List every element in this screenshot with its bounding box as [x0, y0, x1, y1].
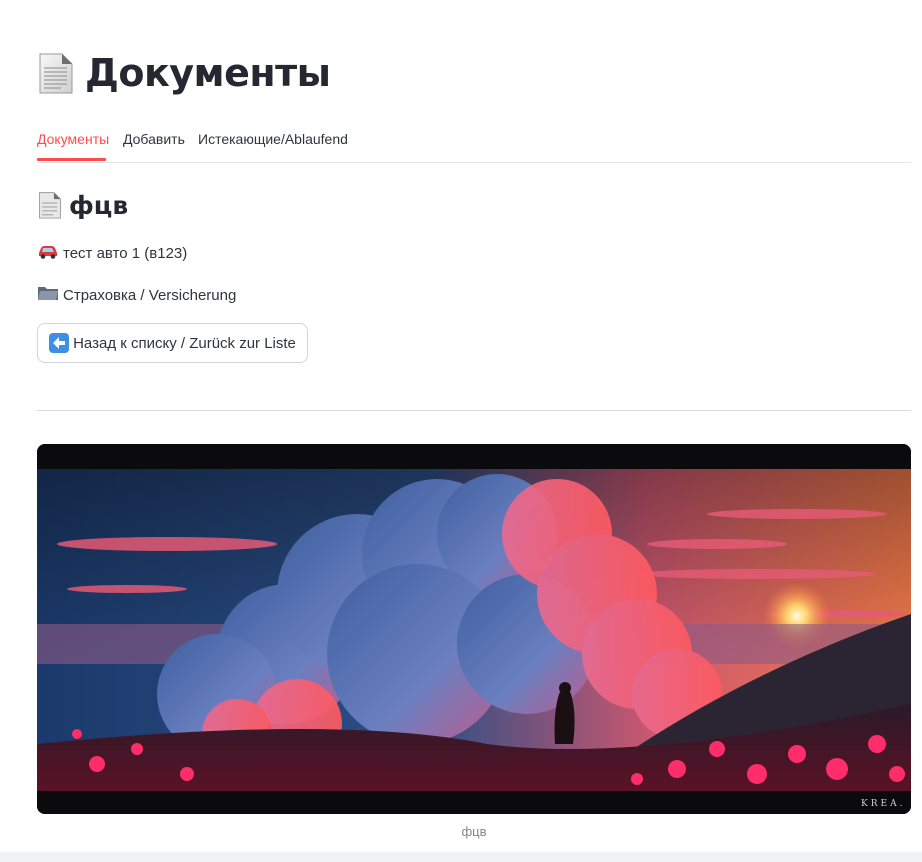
- document-header: фцв: [37, 190, 128, 220]
- document-image: KREA.: [37, 444, 911, 814]
- image-caption: фцв: [461, 824, 487, 839]
- tab-expiring[interactable]: Истекающие/Ablaufend: [198, 131, 348, 159]
- tab-documents[interactable]: Документы: [37, 131, 109, 159]
- active-tab-indicator: [37, 158, 106, 161]
- sunset-clouds-image: KREA.: [37, 444, 911, 814]
- page: Документы Документы Добавить Истекающие/…: [0, 0, 922, 862]
- back-to-list-button[interactable]: Назад к списку / Zurück zur Liste: [37, 323, 308, 363]
- bottom-bar: [0, 852, 922, 862]
- car-text: тест авто 1 (в123): [63, 244, 188, 262]
- back-button-label: Назад к списку / Zurück zur Liste: [73, 334, 296, 352]
- page-title: Документы: [85, 51, 331, 95]
- folder-icon: [37, 284, 59, 306]
- category-text: Страховка / Versicherung: [63, 286, 237, 304]
- document-icon: [37, 50, 75, 96]
- tab-bar: Документы Добавить Истекающие/Ablaufend: [37, 120, 911, 163]
- document-icon: [37, 190, 63, 220]
- car-line: тест авто 1 (в123): [37, 242, 187, 264]
- image-watermark: KREA.: [861, 799, 905, 809]
- divider: [37, 410, 911, 411]
- left-arrow-icon: [49, 333, 70, 353]
- category-line: Страховка / Versicherung: [37, 284, 236, 306]
- tab-add[interactable]: Добавить: [123, 131, 185, 159]
- car-icon: [37, 242, 59, 264]
- page-header: Документы: [37, 50, 331, 96]
- document-title: фцв: [69, 190, 129, 220]
